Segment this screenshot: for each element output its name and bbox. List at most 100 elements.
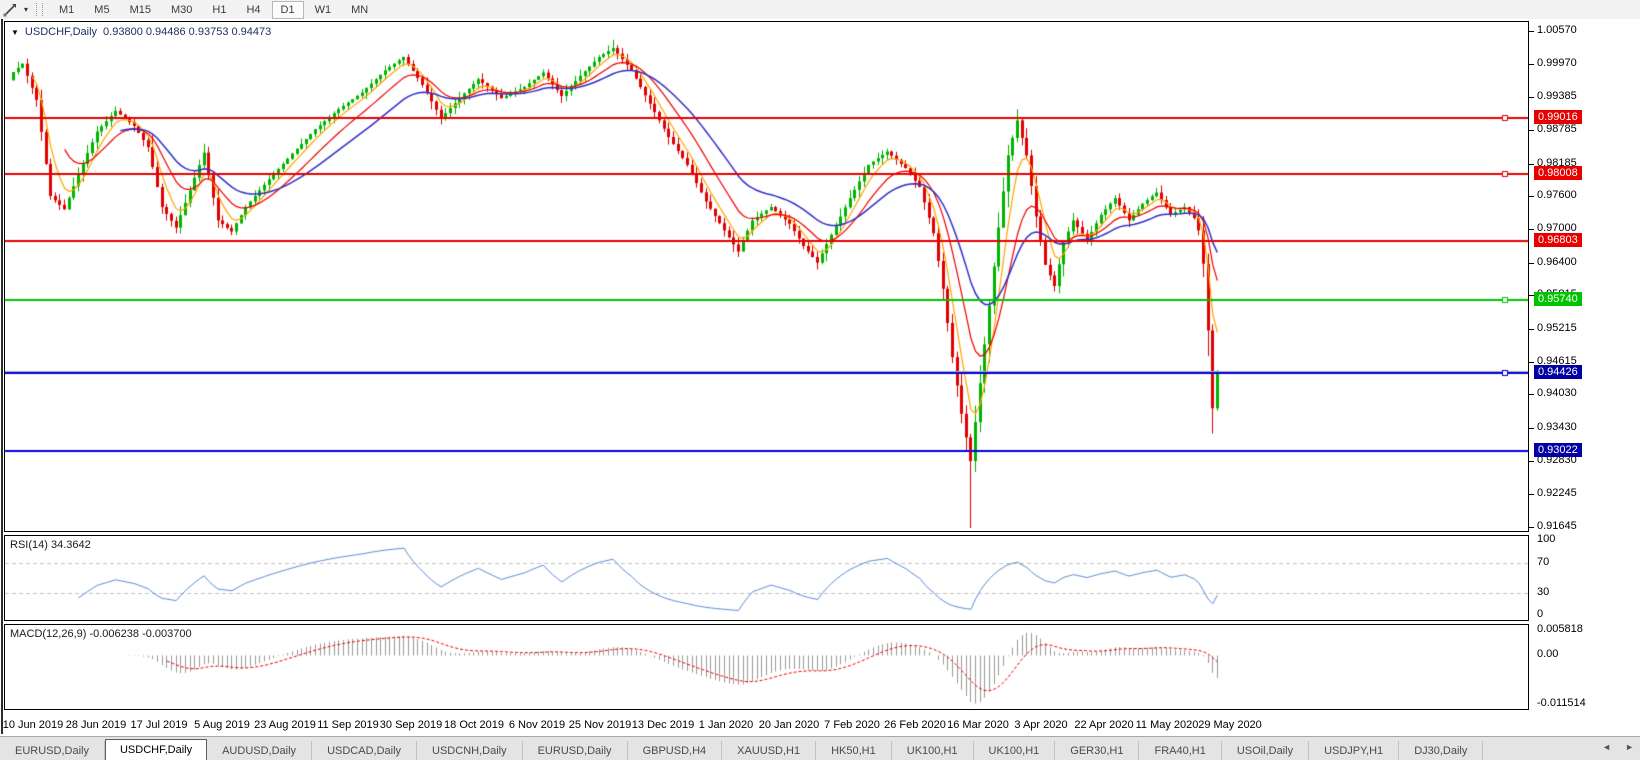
- tab-scroll-arrows: ◄ ►: [1602, 742, 1634, 752]
- date-axis-label: 10 Jun 2019: [3, 719, 64, 731]
- price-axis-tickmark: [1529, 527, 1534, 528]
- chart-tab-usoil-daily[interactable]: USOil,Daily: [1222, 741, 1309, 760]
- chart-tab-gbpusd-h4[interactable]: GBPUSD,H4: [628, 741, 723, 760]
- date-axis-label: 22 Apr 2020: [1074, 719, 1133, 731]
- rsi-axis-label: 0: [1537, 608, 1543, 620]
- chart-tab-ger30-h1[interactable]: GER30,H1: [1055, 741, 1139, 760]
- date-axis-label: 29 May 2020: [1198, 719, 1262, 731]
- symbol-tab-bar: EURUSD,DailyUSDCHF,DailyAUDUSD,DailyUSDC…: [0, 736, 1640, 760]
- date-axis-label: 28 Jun 2019: [66, 719, 127, 731]
- timeframe-button-m1[interactable]: M1: [50, 1, 83, 19]
- price-axis-label: 0.92245: [1537, 487, 1577, 499]
- price-chart-panel: ▼ USDCHF,Daily 0.93800 0.94486 0.93753 0…: [4, 21, 1529, 532]
- tab-scroll-left-icon[interactable]: ◄: [1602, 742, 1611, 752]
- level-price-box: 0.94426: [1534, 365, 1582, 379]
- price-axis-label: 0.94030: [1537, 387, 1577, 399]
- trading-platform-window: ▾ M1M5M15M30H1H4D1W1MN ▼ USDCHF,Daily 0.…: [0, 0, 1640, 760]
- price-axis-tickmark: [1529, 494, 1534, 495]
- chart-tab-usdchf-daily[interactable]: USDCHF,Daily: [105, 739, 207, 760]
- date-axis: 10 Jun 201928 Jun 201917 Jul 20195 Aug 2…: [4, 714, 1529, 736]
- timeframe-button-d1[interactable]: D1: [272, 1, 304, 19]
- chart-window: ▼ USDCHF,Daily 0.93800 0.94486 0.93753 0…: [0, 19, 1640, 736]
- timeframe-button-m15[interactable]: M15: [121, 1, 160, 19]
- timeframe-button-m30[interactable]: M30: [162, 1, 201, 19]
- timeframe-button-h1[interactable]: H1: [203, 1, 235, 19]
- level-price-box: 0.98008: [1534, 166, 1582, 180]
- rsi-axis-label: 70: [1537, 556, 1549, 568]
- date-axis-label: 3 Apr 2020: [1014, 719, 1067, 731]
- chart-tab-eurusd-daily[interactable]: EURUSD,Daily: [0, 741, 105, 760]
- price-axis-tickmark: [1529, 64, 1534, 65]
- date-axis-label: 30 Sep 2019: [380, 719, 442, 731]
- window-left-edge: [1, 19, 3, 734]
- chart-tab-uk100-h1[interactable]: UK100,H1: [974, 741, 1056, 760]
- chart-symbol-title: USDCHF,Daily: [25, 26, 97, 38]
- toolbar-grip: [36, 3, 43, 16]
- date-axis-label: 25 Nov 2019: [569, 719, 631, 731]
- price-axis-label: 1.00570: [1537, 24, 1577, 36]
- rsi-axis-label: 30: [1537, 586, 1549, 598]
- price-axis-tickmark: [1529, 164, 1534, 165]
- date-axis-label: 23 Aug 2019: [254, 719, 316, 731]
- rsi-canvas[interactable]: [5, 536, 1528, 620]
- price-axis-label: 0.91645: [1537, 520, 1577, 532]
- price-axis-tickmark: [1529, 362, 1534, 363]
- rsi-axis-label: 100: [1537, 533, 1555, 545]
- price-axis-label: 0.99970: [1537, 57, 1577, 69]
- date-axis-label: 11 Sep 2019: [317, 719, 379, 731]
- date-axis-label: 17 Jul 2019: [131, 719, 188, 731]
- macd-axis-label: 0.005818: [1537, 623, 1583, 635]
- chart-title-bar: ▼ USDCHF,Daily 0.93800 0.94486 0.93753 0…: [11, 26, 271, 38]
- rsi-panel: RSI(14) 34.3642: [4, 535, 1529, 621]
- chart-tab-hk50-h1[interactable]: HK50,H1: [816, 741, 892, 760]
- price-axis-label: 0.98785: [1537, 123, 1577, 135]
- price-axis-label: 0.96400: [1537, 256, 1577, 268]
- date-axis-label: 20 Jan 2020: [759, 719, 820, 731]
- chart-tab-fra40-h1[interactable]: FRA40,H1: [1139, 741, 1221, 760]
- price-axis-tickmark: [1529, 329, 1534, 330]
- price-axis-label: 0.93430: [1537, 421, 1577, 433]
- chart-tab-xauusd-h1[interactable]: XAUUSD,H1: [722, 741, 816, 760]
- chart-toolbar: ▾ M1M5M15M30H1H4D1W1MN: [0, 0, 1640, 20]
- level-price-box: 0.96803: [1534, 233, 1582, 247]
- chart-tab-uk100-h1[interactable]: UK100,H1: [892, 741, 974, 760]
- macd-axis-label: 0.00: [1537, 648, 1558, 660]
- level-price-box: 0.95740: [1534, 292, 1582, 306]
- chart-tab-usdcnh-daily[interactable]: USDCNH,Daily: [417, 741, 523, 760]
- price-axis-label: 0.99385: [1537, 90, 1577, 102]
- chart-tab-eurusd-daily[interactable]: EURUSD,Daily: [523, 741, 628, 760]
- price-axis-tickmark: [1529, 31, 1534, 32]
- level-price-box: 0.93022: [1534, 443, 1582, 457]
- price-axis-tickmark: [1529, 428, 1534, 429]
- price-axis-tickmark: [1529, 130, 1534, 131]
- timeframe-buttons: M1M5M15M30H1H4D1W1MN: [49, 1, 378, 19]
- line-tool-icon[interactable]: [0, 1, 20, 18]
- timeframe-button-m5[interactable]: M5: [85, 1, 118, 19]
- timeframe-button-w1[interactable]: W1: [306, 1, 341, 19]
- price-axis-tickmark: [1529, 229, 1534, 230]
- date-axis-label: 6 Nov 2019: [509, 719, 565, 731]
- price-axis-label: 0.95215: [1537, 322, 1577, 334]
- price-axis-tickmark: [1529, 394, 1534, 395]
- chart-tab-usdcad-daily[interactable]: USDCAD,Daily: [312, 741, 417, 760]
- timeframe-button-mn[interactable]: MN: [342, 1, 377, 19]
- price-axis-tickmark: [1529, 263, 1534, 264]
- chart-tab-dj30-daily[interactable]: DJ30,Daily: [1399, 741, 1483, 760]
- chart-ohlc-values: 0.93800 0.94486 0.93753 0.94473: [103, 26, 271, 38]
- date-axis-label: 26 Feb 2020: [884, 719, 946, 731]
- macd-axis-label: -0.011514: [1537, 697, 1586, 709]
- date-axis-label: 18 Oct 2019: [444, 719, 504, 731]
- macd-panel: MACD(12,26,9) -0.006238 -0.003700: [4, 624, 1529, 710]
- chart-tab-usdjpy-h1[interactable]: USDJPY,H1: [1309, 741, 1399, 760]
- one-click-collapse-icon[interactable]: ▼: [11, 28, 19, 37]
- price-axis-label: 0.97600: [1537, 189, 1577, 201]
- price-axis: 1.005700.999700.993850.987850.981850.976…: [1529, 21, 1640, 532]
- line-tool-caret-icon[interactable]: ▾: [20, 5, 32, 14]
- chart-tab-audusd-daily[interactable]: AUDUSD,Daily: [207, 741, 312, 760]
- macd-canvas[interactable]: [5, 625, 1528, 709]
- tab-scroll-right-icon[interactable]: ►: [1625, 742, 1634, 752]
- timeframe-button-h4[interactable]: H4: [237, 1, 269, 19]
- macd-label: MACD(12,26,9) -0.006238 -0.003700: [10, 628, 192, 640]
- macd-axis: 0.005818 0.00 -0.011514: [1529, 624, 1640, 710]
- price-chart-canvas[interactable]: [5, 22, 1528, 531]
